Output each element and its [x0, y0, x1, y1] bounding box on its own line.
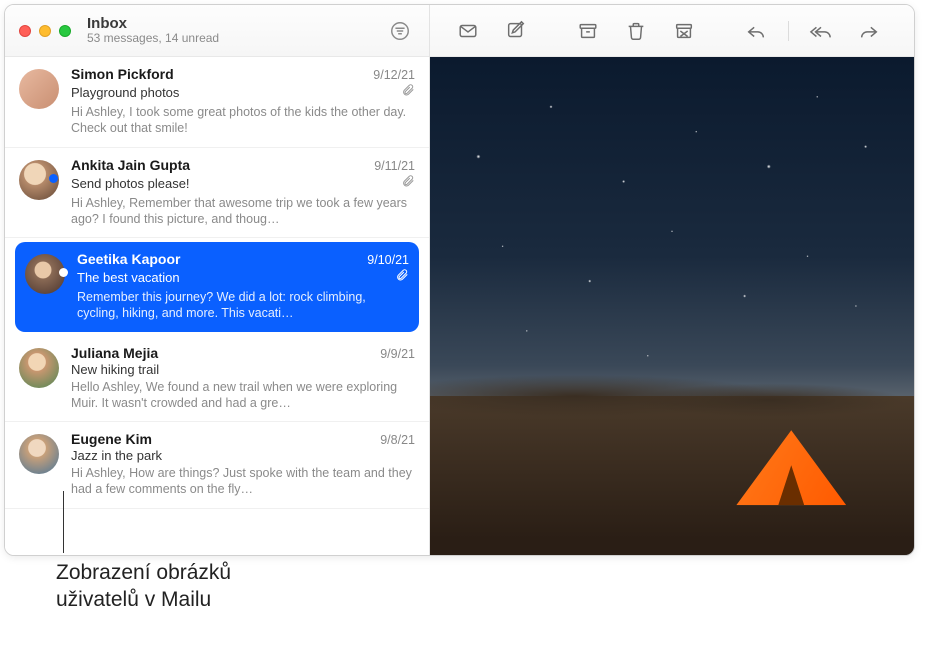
- toolbar-separator: [788, 21, 789, 41]
- compose-button[interactable]: [494, 15, 538, 47]
- sender-name: Ankita Jain Gupta: [71, 157, 366, 173]
- message-list[interactable]: Simon Pickford 9/12/21 Playground photos Hi…: [5, 57, 429, 555]
- sender-name: Geetika Kapoor: [77, 251, 359, 267]
- sender-avatar: [19, 69, 59, 109]
- message-date: 9/10/21: [367, 253, 409, 267]
- sender-avatar: [19, 434, 59, 474]
- message-preview: Hi Ashley, Remember that awesome trip we…: [71, 195, 415, 228]
- message-subject: Send photos please!: [71, 176, 395, 191]
- message-date: 9/12/21: [373, 68, 415, 82]
- message-subject: The best vacation: [77, 270, 389, 285]
- sender-name: Eugene Kim: [71, 431, 372, 447]
- forward-button[interactable]: [847, 15, 891, 47]
- message-row[interactable]: Ankita Jain Gupta 9/11/21 Send photos plea…: [5, 148, 429, 239]
- callout-line-1: Zobrazení obrázků: [56, 561, 231, 584]
- unread-indicator: [59, 268, 68, 277]
- attachment-preview: [430, 57, 914, 555]
- message-preview: Remember this journey? We did a lot: roc…: [77, 289, 409, 322]
- envelope-icon: [457, 20, 479, 42]
- mail-window: Inbox 53 messages, 14 unread Simon Pickf…: [4, 4, 915, 556]
- trash-icon: [625, 20, 647, 42]
- message-list-pane: Inbox 53 messages, 14 unread Simon Pickf…: [5, 5, 430, 555]
- mark-read-button[interactable]: [446, 15, 490, 47]
- message-row[interactable]: Eugene Kim 9/8/21Jazz in the park Hi Ashle…: [5, 422, 429, 509]
- message-row[interactable]: Geetika Kapoor 9/10/21 The best vacation Re…: [15, 242, 419, 332]
- callout-leader-line: [63, 491, 64, 553]
- attachment-icon: [401, 83, 415, 102]
- junk-icon: [673, 20, 695, 42]
- archive-button[interactable]: [566, 15, 610, 47]
- mailbox-title: Inbox 53 messages, 14 unread: [87, 15, 377, 46]
- sidebar-titlebar: Inbox 53 messages, 14 unread: [5, 5, 429, 57]
- forward-icon: [858, 20, 880, 42]
- content-pane: [430, 5, 914, 555]
- delete-button[interactable]: [614, 15, 658, 47]
- message-body: Geetika Kapoor 9/10/21 The best vacation Re…: [77, 251, 409, 322]
- window-zoom-button[interactable]: [59, 25, 71, 37]
- message-body: Simon Pickford 9/12/21 Playground photos Hi…: [71, 66, 415, 137]
- message-body: Juliana Mejia 9/9/21New hiking trail Hello…: [71, 345, 415, 412]
- filter-icon: [389, 20, 411, 42]
- unread-indicator: [49, 174, 58, 183]
- message-date: 9/8/21: [380, 433, 415, 447]
- message-body: Eugene Kim 9/8/21Jazz in the park Hi Ashle…: [71, 431, 415, 498]
- attachment-icon: [401, 174, 415, 193]
- compose-icon: [505, 20, 527, 42]
- message-preview: Hello Ashley, We found a new trail when …: [71, 379, 415, 412]
- message-subject: Jazz in the park: [71, 448, 415, 463]
- tent: [736, 430, 846, 505]
- reply-button[interactable]: [734, 15, 778, 47]
- reply-all-icon: [809, 20, 833, 42]
- message-date: 9/11/21: [374, 159, 415, 173]
- mailbox-count: 53 messages, 14 unread: [87, 32, 377, 46]
- archive-icon: [577, 20, 599, 42]
- mailbox-name: Inbox: [87, 15, 377, 32]
- filter-button[interactable]: [385, 16, 415, 46]
- reply-icon: [745, 20, 767, 42]
- message-row[interactable]: Juliana Mejia 9/9/21New hiking trail Hello…: [5, 336, 429, 423]
- attachment-icon: [395, 268, 409, 287]
- callout-line-2: uživatelů v Mailu: [56, 588, 211, 611]
- message-subject: New hiking trail: [71, 362, 415, 377]
- reply-all-button[interactable]: [799, 15, 843, 47]
- callout-text: Zobrazení obrázků uživatelů v Mailu: [56, 559, 231, 614]
- toolbar: [430, 5, 914, 57]
- message-preview: Hi Ashley, I took some great photos of t…: [71, 104, 415, 137]
- sender-avatar: [19, 348, 59, 388]
- sender-name: Juliana Mejia: [71, 345, 372, 361]
- junk-button[interactable]: [662, 15, 706, 47]
- message-body: Ankita Jain Gupta 9/11/21 Send photos plea…: [71, 157, 415, 228]
- message-preview: Hi Ashley, How are things? Just spoke wi…: [71, 465, 415, 498]
- window-controls: [19, 25, 71, 37]
- window-close-button[interactable]: [19, 25, 31, 37]
- message-date: 9/9/21: [380, 347, 415, 361]
- sender-name: Simon Pickford: [71, 66, 365, 82]
- message-row[interactable]: Simon Pickford 9/12/21 Playground photos Hi…: [5, 57, 429, 148]
- window-minimize-button[interactable]: [39, 25, 51, 37]
- message-subject: Playground photos: [71, 85, 395, 100]
